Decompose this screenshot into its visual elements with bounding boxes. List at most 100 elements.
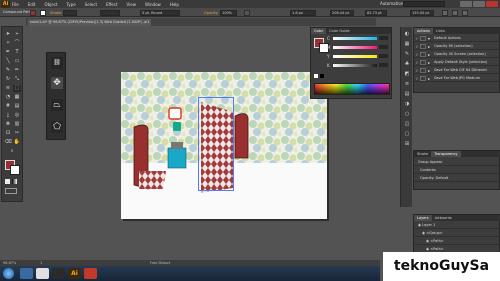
- action-row[interactable]: ✓ ▾ Default Actions: [414, 35, 500, 42]
- action-row[interactable]: ✓ ▸ Save For Web GIF 64 Dithered: [414, 67, 500, 74]
- symbols-icon[interactable]: ♣: [403, 60, 411, 68]
- menu-edit[interactable]: Edit: [28, 2, 36, 7]
- menu-effect[interactable]: Effect: [106, 2, 118, 7]
- hand-icon[interactable]: ✋: [13, 139, 21, 146]
- none-white-swatch[interactable]: [314, 74, 318, 78]
- type-icon[interactable]: T: [13, 49, 21, 56]
- menu-type[interactable]: Type: [66, 2, 75, 7]
- paintbrush-icon[interactable]: ✎: [4, 67, 12, 74]
- selection-bounding-box[interactable]: [198, 97, 234, 191]
- menu-help[interactable]: Help: [170, 2, 179, 7]
- appearance-row[interactable]: Opacity: Default: [414, 175, 500, 182]
- channel-k-value[interactable]: [379, 63, 388, 67]
- action-row[interactable]: ✓ ▸ Opacity 60 (selection): [414, 43, 500, 50]
- maximize-button[interactable]: [473, 1, 485, 7]
- mesh-icon[interactable]: #: [4, 103, 12, 110]
- eraser-icon[interactable]: ⌫: [4, 139, 12, 146]
- free-transform-icon[interactable]: ✥: [51, 77, 63, 89]
- appearance-icon[interactable]: ○: [403, 110, 411, 118]
- channel-y-value[interactable]: [379, 54, 388, 58]
- stroke-swatch[interactable]: [40, 10, 46, 16]
- tab-artboards[interactable]: Artboards: [432, 215, 455, 221]
- variable-width-field[interactable]: [100, 10, 120, 16]
- appearance-row[interactable]: Contents: [414, 167, 500, 174]
- pencil-icon[interactable]: ✏: [13, 67, 21, 74]
- menu-file[interactable]: File: [12, 2, 19, 7]
- lasso-icon[interactable]: ⌒: [13, 40, 21, 47]
- browser-icon[interactable]: [36, 268, 49, 279]
- slice-icon[interactable]: ✂: [13, 130, 21, 137]
- close-button[interactable]: [486, 1, 498, 7]
- symbol-sprayer-icon[interactable]: ❋: [4, 121, 12, 128]
- transform-icon[interactable]: [442, 10, 448, 16]
- explorer-icon[interactable]: [20, 268, 33, 279]
- line-icon[interactable]: ╲: [4, 58, 12, 65]
- recorder-icon[interactable]: [84, 268, 97, 279]
- h-field[interactable]: 155.00 pt: [410, 10, 434, 16]
- menu-view[interactable]: View: [127, 2, 137, 7]
- tab-transparency[interactable]: Transparency: [431, 151, 461, 157]
- document-tab[interactable]: room1.ai* @ 96.67% (CMYK/Preview)(1.3) W…: [28, 19, 152, 26]
- stroke-weight-field[interactable]: [63, 10, 77, 16]
- start-button[interactable]: [3, 268, 14, 279]
- color-panel-icon[interactable]: ◐: [403, 30, 411, 38]
- layer-row[interactable]: ◉ Layer 1: [414, 222, 500, 229]
- tab-color[interactable]: Color: [311, 28, 327, 34]
- graphic-styles-icon[interactable]: ◩: [403, 70, 411, 78]
- tab-layers[interactable]: Layers: [414, 215, 432, 221]
- action-row[interactable]: ✓ ▸ Apply Default Style (selection): [414, 59, 500, 66]
- rectangle-icon[interactable]: ▭: [13, 58, 21, 65]
- tab-stroke[interactable]: Stroke: [414, 151, 431, 157]
- channel-m-slider[interactable]: [333, 46, 377, 49]
- perspective-icon[interactable]: ▦: [13, 94, 21, 101]
- selection-icon[interactable]: ➤: [4, 31, 12, 38]
- magic-wand-icon[interactable]: ✧: [4, 40, 12, 47]
- channel-k-slider[interactable]: [333, 64, 377, 67]
- swatches-icon[interactable]: ▦: [403, 40, 411, 48]
- artboard-icon[interactable]: ⊡: [4, 130, 12, 137]
- y-field[interactable]: 206.44 pt: [330, 10, 354, 16]
- style-swatch[interactable]: [244, 10, 250, 16]
- shape-builder-icon[interactable]: ◔: [4, 94, 12, 101]
- media-icon[interactable]: [52, 268, 65, 279]
- tab-actions[interactable]: Actions: [414, 28, 433, 34]
- eyedropper-icon[interactable]: ⤓: [4, 112, 12, 119]
- constrain-icon[interactable]: ⛓: [51, 57, 63, 69]
- channel-c-slider[interactable]: [333, 37, 377, 40]
- black-swatch[interactable]: [320, 74, 324, 78]
- illustrator-task-icon[interactable]: Ai: [68, 268, 81, 279]
- search-field[interactable]: [403, 1, 445, 7]
- x-field[interactable]: 1.6 px: [290, 10, 316, 16]
- tab-color-guide[interactable]: Color Guide: [326, 28, 353, 34]
- free-transform-icon[interactable]: ⬚: [13, 85, 21, 92]
- layers-panel-icon[interactable]: ◫: [403, 120, 411, 128]
- layer-row[interactable]: ◉ <Path>: [414, 238, 500, 245]
- isolate-icon[interactable]: [462, 10, 468, 16]
- channel-y-slider[interactable]: [333, 55, 377, 58]
- channel-c-value[interactable]: [379, 36, 388, 40]
- screen-mode-icon[interactable]: [5, 188, 17, 194]
- transparency-panel-icon[interactable]: ◑: [403, 100, 411, 108]
- pen-icon[interactable]: ✒: [4, 49, 12, 56]
- gradient-icon[interactable]: ▤: [13, 103, 21, 110]
- stroke-panel-icon[interactable]: ≡: [403, 80, 411, 88]
- minimize-button[interactable]: [460, 1, 472, 7]
- color-spectrum[interactable]: [314, 83, 390, 95]
- workspace-switcher[interactable]: Automation: [380, 1, 403, 6]
- width-icon[interactable]: ≋: [4, 85, 12, 92]
- stroke-color-swatch[interactable]: [10, 165, 20, 175]
- brush-field[interactable]: 5 pt. Round: [140, 10, 180, 16]
- opacity-field[interactable]: 100%: [220, 10, 237, 16]
- blend-icon[interactable]: ◎: [13, 112, 21, 119]
- brushes-icon[interactable]: ✎: [403, 50, 411, 58]
- appearance-row[interactable]: Group Appear: [414, 159, 500, 166]
- w-field[interactable]: 82.73 pt: [365, 10, 387, 16]
- menu-window[interactable]: Window: [145, 2, 161, 7]
- color-mode-icon[interactable]: [5, 179, 10, 184]
- direct-selection-icon[interactable]: ➢: [13, 31, 21, 38]
- menu-select[interactable]: Select: [85, 2, 97, 7]
- zoom-icon[interactable]: ⌕: [8, 148, 16, 155]
- action-row[interactable]: ✓ ▸ Save For Web JPG Medium: [414, 75, 500, 82]
- artboards-icon[interactable]: ▢: [403, 130, 411, 138]
- perspective-distort-icon[interactable]: ⏢: [51, 99, 63, 111]
